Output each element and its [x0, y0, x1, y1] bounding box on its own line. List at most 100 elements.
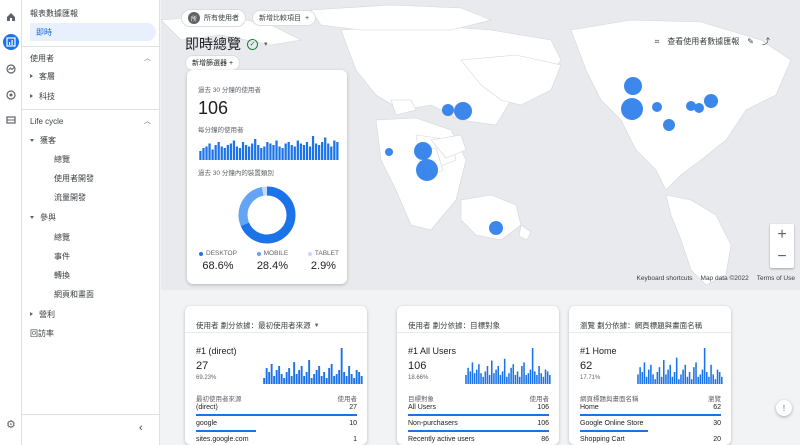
- sparkline-bar[interactable]: [639, 367, 641, 384]
- sparkline-bar[interactable]: [275, 370, 278, 384]
- sparkline-bar[interactable]: [544, 369, 547, 384]
- table-row[interactable]: (direct) 27: [196, 404, 357, 411]
- sparkline-bar[interactable]: [497, 366, 499, 384]
- sparkline-bar[interactable]: [493, 373, 495, 384]
- sparkline-bar[interactable]: [345, 376, 348, 384]
- sparkline-bar[interactable]: [358, 372, 361, 384]
- per-minute-bar[interactable]: [269, 143, 272, 161]
- per-minute-bar[interactable]: [275, 140, 278, 161]
- sparkline-bar[interactable]: [514, 375, 517, 384]
- per-minute-bar[interactable]: [241, 142, 245, 160]
- per-minute-bar[interactable]: [311, 136, 315, 160]
- sidebar-item-user-acquisition[interactable]: 使用者開發: [54, 170, 94, 186]
- sparkline-bar[interactable]: [283, 378, 286, 384]
- sparkline-bar[interactable]: [714, 379, 717, 384]
- sidebar-item-realtime[interactable]: 即時: [30, 23, 156, 41]
- card-sparkline[interactable]: [263, 348, 363, 384]
- sparkline-bar[interactable]: [471, 362, 474, 384]
- table-row[interactable]: Shopping Cart 20: [580, 436, 721, 443]
- sparkline-bar[interactable]: [525, 375, 527, 384]
- sidebar-item-eng-overview[interactable]: 總覽: [54, 229, 70, 245]
- sparkline-bar[interactable]: [527, 373, 530, 384]
- sparkline-bar[interactable]: [265, 368, 268, 384]
- sparkline-bar[interactable]: [310, 378, 313, 384]
- sparkline-bar[interactable]: [270, 364, 273, 384]
- per-minute-bar[interactable]: [336, 142, 339, 160]
- sparkline-bar[interactable]: [663, 360, 665, 384]
- sparkline-bar[interactable]: [501, 371, 504, 384]
- configure-icon[interactable]: [3, 112, 19, 128]
- check-circle-icon[interactable]: ✓: [247, 38, 258, 50]
- sparkline-bar[interactable]: [308, 360, 311, 384]
- per-minute-bar[interactable]: [211, 149, 214, 161]
- per-minute-bar[interactable]: [205, 146, 208, 161]
- sidebar-item-engagement[interactable]: 參與: [30, 209, 56, 225]
- sparkline-bar[interactable]: [478, 364, 480, 384]
- per-minute-bar[interactable]: [208, 143, 211, 161]
- sparkline-bar[interactable]: [320, 376, 323, 384]
- advertising-icon[interactable]: [3, 87, 19, 103]
- sparkline-bar[interactable]: [293, 362, 296, 384]
- sparkline-bar[interactable]: [318, 366, 321, 384]
- sidebar-item-reports-snapshot[interactable]: 報表數據匯報: [30, 5, 78, 21]
- per-minute-bar[interactable]: [251, 143, 254, 161]
- sparkline-bar[interactable]: [641, 372, 644, 384]
- table-row[interactable]: Home 62: [580, 404, 721, 411]
- sparkline-bar[interactable]: [688, 372, 691, 384]
- sparkline-bar[interactable]: [340, 348, 343, 384]
- sparkline-bar[interactable]: [534, 371, 536, 384]
- user-snapshot-button[interactable]: 查看使用者數據匯報: [667, 36, 739, 47]
- sparkline-bar[interactable]: [508, 373, 510, 384]
- sparkline-bar[interactable]: [645, 376, 648, 384]
- sparkline-bar[interactable]: [721, 376, 723, 384]
- per-minute-bar[interactable]: [302, 145, 306, 160]
- sparkline-bar[interactable]: [686, 376, 689, 384]
- sparkline-bar[interactable]: [643, 362, 646, 384]
- sparkline-bar[interactable]: [693, 367, 695, 384]
- sparkline-bar[interactable]: [278, 366, 281, 384]
- sparkline-bar[interactable]: [323, 372, 326, 384]
- sparkline-bar[interactable]: [325, 378, 328, 384]
- per-minute-bar[interactable]: [199, 151, 202, 160]
- sparkline-bar[interactable]: [475, 369, 478, 384]
- sparkline-bar[interactable]: [268, 372, 271, 384]
- per-minute-bar[interactable]: [317, 145, 321, 160]
- per-minute-bar[interactable]: [290, 145, 293, 160]
- sparkline-bar[interactable]: [280, 374, 283, 384]
- sparkline-bar[interactable]: [328, 368, 331, 384]
- sparkline-bar[interactable]: [473, 373, 476, 384]
- sparkline-bar[interactable]: [491, 360, 493, 384]
- per-minute-bar[interactable]: [278, 146, 281, 161]
- per-minute-bar[interactable]: [217, 142, 220, 160]
- zoom-in-button[interactable]: +: [770, 224, 794, 246]
- sparkline-bar[interactable]: [529, 369, 532, 384]
- sparkline-bar[interactable]: [710, 364, 712, 384]
- device-donut-chart[interactable]: [235, 183, 299, 247]
- sparkline-bar[interactable]: [703, 348, 706, 384]
- sparkline-bar[interactable]: [338, 370, 341, 384]
- per-minute-bar[interactable]: [232, 140, 236, 161]
- sparkline-bar[interactable]: [295, 374, 298, 384]
- table-row[interactable]: sites.google.com 1: [196, 436, 357, 443]
- zoom-out-button[interactable]: −: [770, 246, 794, 268]
- sparkline-bar[interactable]: [516, 371, 519, 384]
- sparkline-bar[interactable]: [678, 379, 680, 384]
- sparkline-bar[interactable]: [538, 366, 540, 384]
- sparkline-bar[interactable]: [654, 379, 656, 384]
- card-sparkline[interactable]: [637, 348, 723, 384]
- add-comparison-button[interactable]: 新增比較項目 +: [252, 10, 317, 26]
- sparkline-bar[interactable]: [335, 374, 338, 384]
- sparkline-bar[interactable]: [695, 362, 697, 384]
- sidebar-item-retention[interactable]: 回訪率: [30, 325, 54, 341]
- sparkline-bar[interactable]: [263, 378, 266, 384]
- sparkline-bar[interactable]: [355, 370, 358, 384]
- sidebar-item-events[interactable]: 事件: [54, 248, 70, 264]
- table-row[interactable]: All Users 106: [408, 404, 549, 411]
- sparkline-bar[interactable]: [303, 376, 306, 384]
- sparkline-bar[interactable]: [499, 375, 502, 384]
- per-minute-bar[interactable]: [284, 143, 287, 161]
- sparkline-bar[interactable]: [315, 370, 318, 384]
- sparkline-bar[interactable]: [290, 376, 293, 384]
- card-head[interactable]: 瀏覽 劃分依據：網頁標題與畫面名稱: [580, 320, 702, 331]
- sparkline-bar[interactable]: [712, 374, 714, 384]
